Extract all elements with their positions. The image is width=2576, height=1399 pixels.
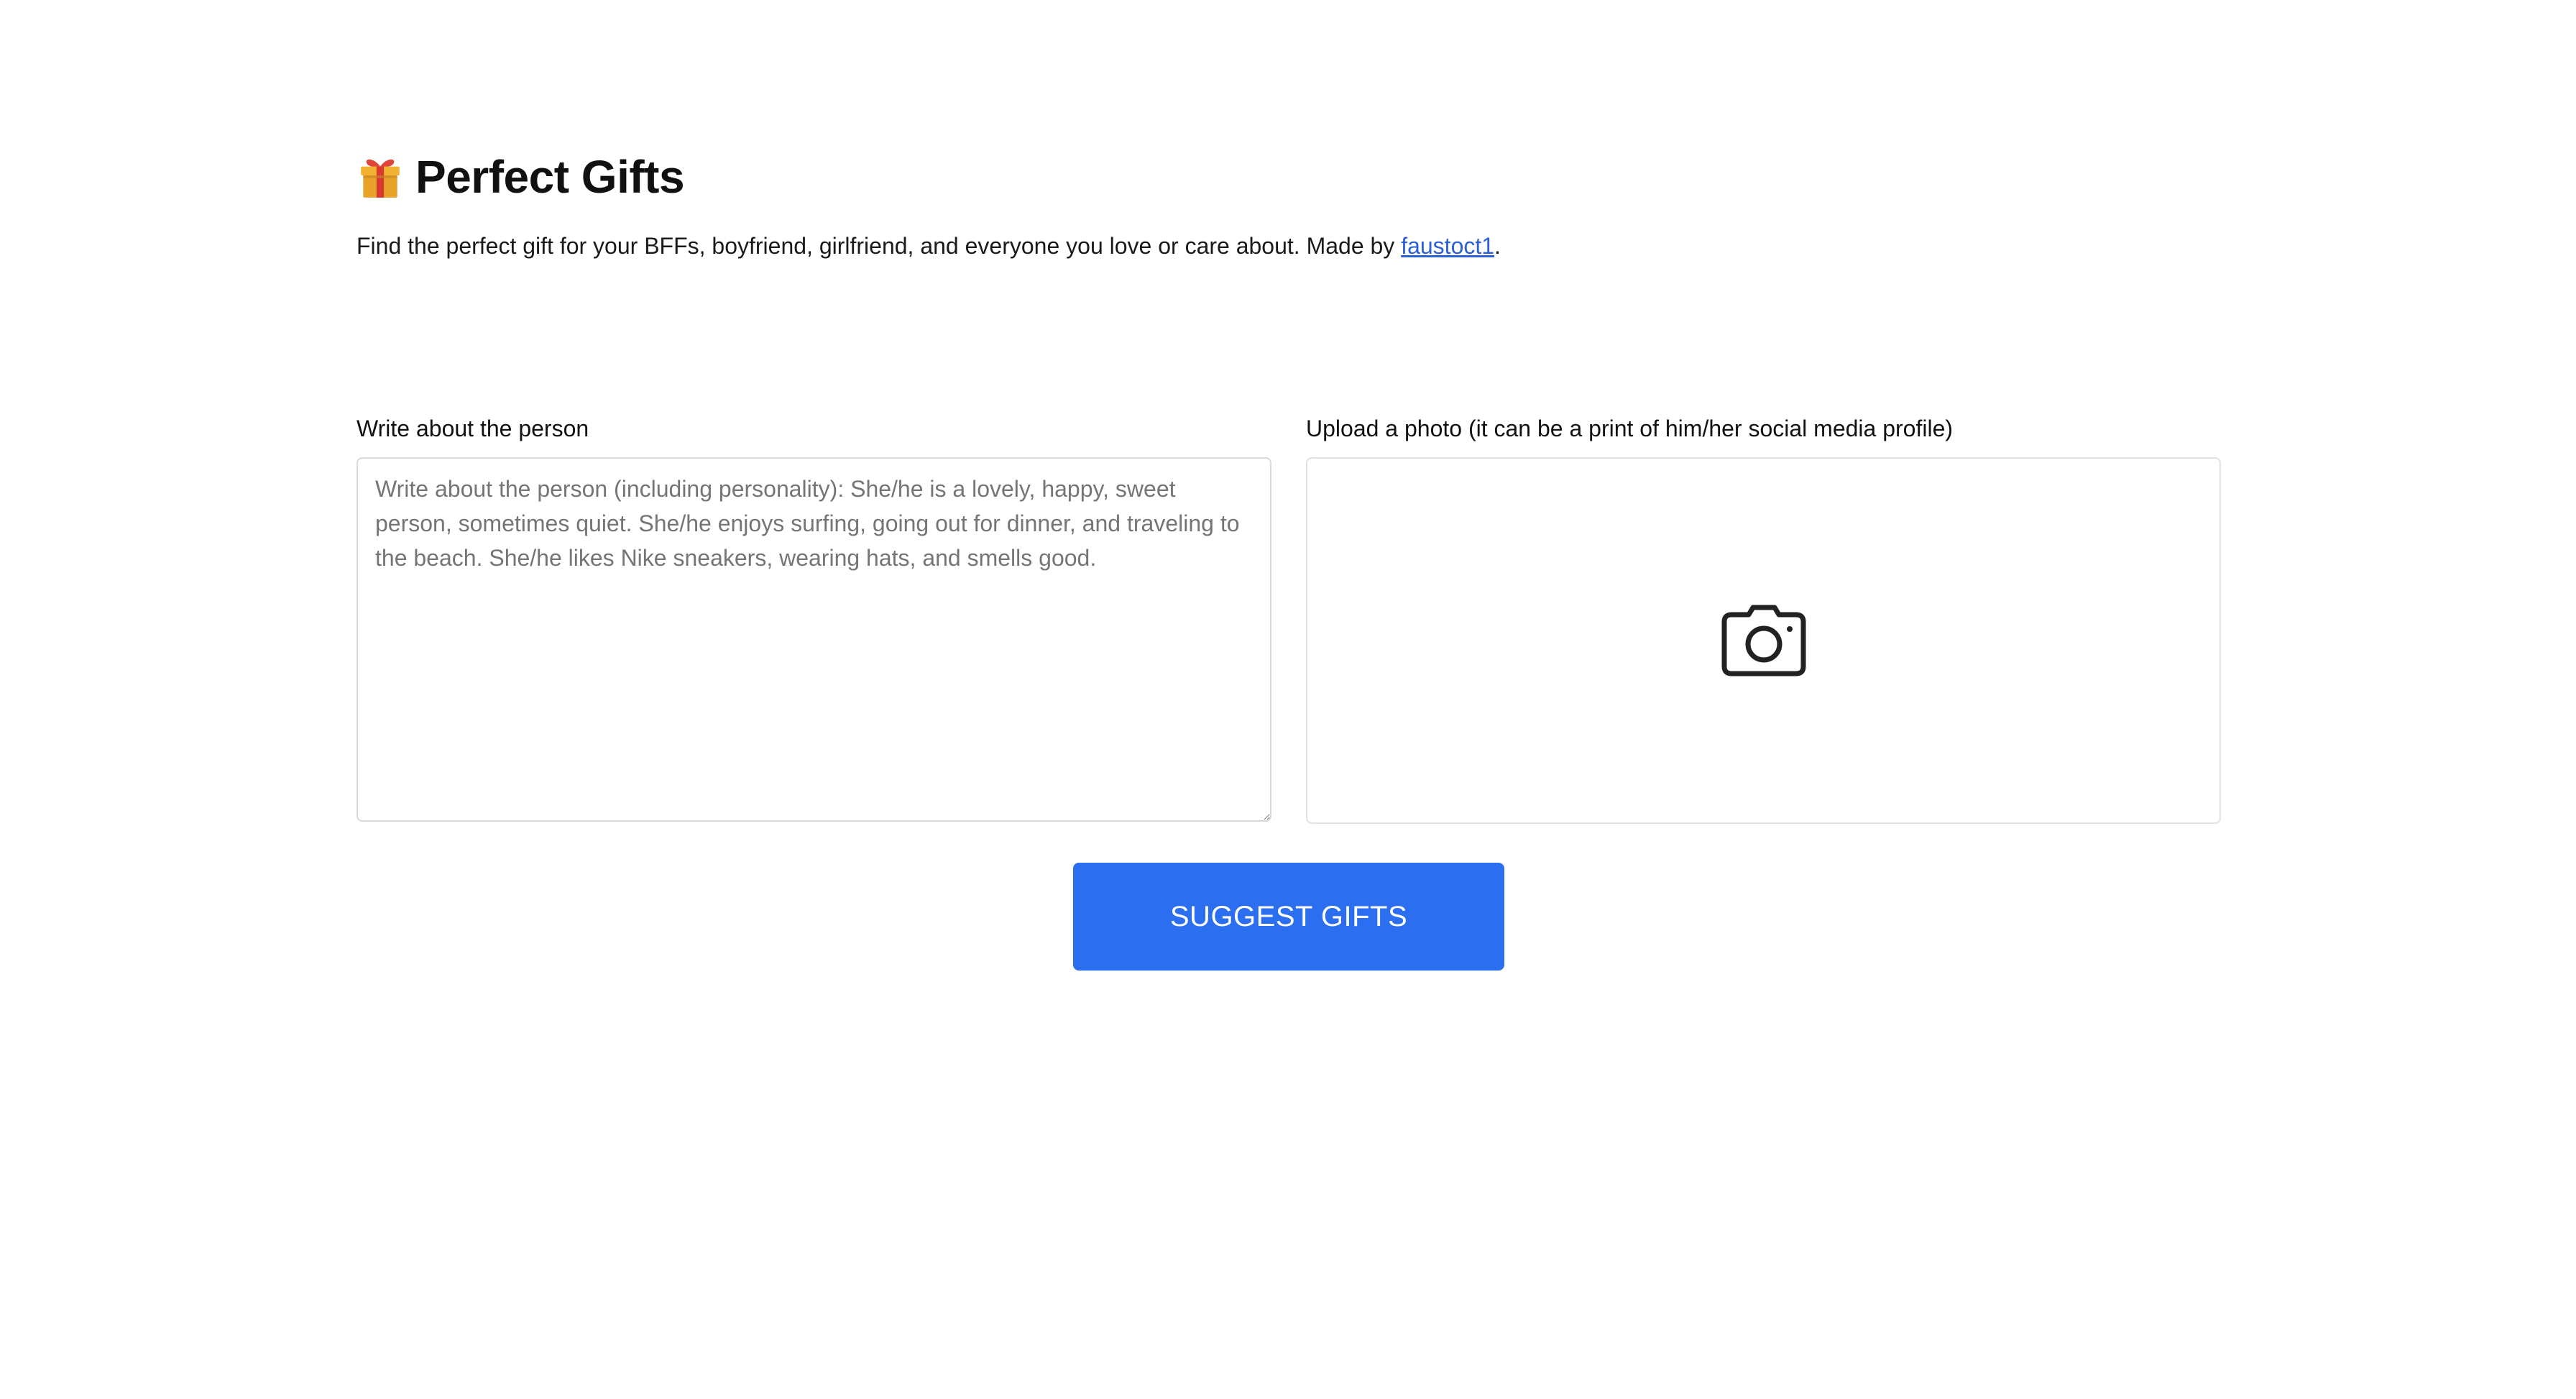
page: Perfect Gifts Find the perfect gift for … (0, 0, 2576, 1399)
photo-upload-dropzone[interactable] (1306, 457, 2221, 824)
description-field: Write about the person (356, 414, 1271, 825)
author-link[interactable]: faustoct1 (1401, 233, 1494, 259)
page-subtitle: Find the perfect gift for your BFFs, boy… (356, 231, 2221, 262)
page-title: Perfect Gifts (415, 151, 685, 203)
upload-label: Upload a photo (it can be a print of him… (1306, 416, 1954, 441)
description-label: Write about the person (356, 416, 589, 441)
subtitle-suffix: . (1494, 233, 1501, 259)
main-content: Perfect Gifts Find the perfect gift for … (356, 144, 2221, 971)
camera-icon (1721, 605, 1806, 676)
gift-icon (361, 159, 400, 198)
description-textarea[interactable] (356, 457, 1271, 822)
suggest-gifts-button[interactable]: SUGGEST GIFTS (1073, 863, 1504, 971)
gift-form: Write about the person Upload a photo (i… (356, 414, 2221, 825)
upload-field: Upload a photo (it can be a print of him… (1306, 414, 2221, 825)
page-header: Perfect Gifts (356, 144, 2221, 210)
form-actions: SUGGEST GIFTS (356, 863, 2221, 971)
subtitle-text: Find the perfect gift for your BFFs, boy… (356, 233, 1402, 259)
